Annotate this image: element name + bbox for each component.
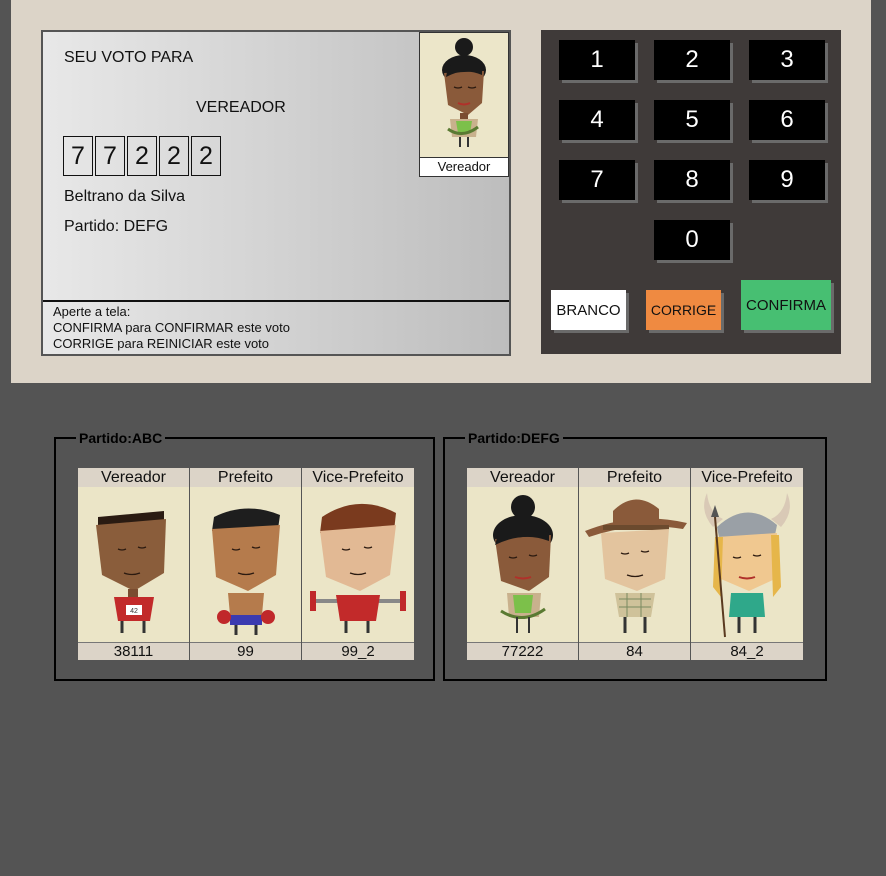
candidate-card[interactable]: Vereador 42 38111 <box>78 468 190 660</box>
confirma-button[interactable]: CONFIRMA <box>741 280 831 330</box>
candidate-name: Beltrano da Silva <box>64 188 185 205</box>
candidate-card[interactable]: Vereador 77222 <box>467 468 579 660</box>
woman-with-snake-avatar <box>493 495 553 633</box>
key-5[interactable]: 5 <box>654 100 730 140</box>
candidate-list: Vereador 42 38111 Prefeito 99 Vice-Prefe… <box>78 468 414 660</box>
screen-main-area: SEU VOTO PARA VEREADOR 7 7 2 2 2 Beltran… <box>43 32 509 300</box>
boxer-man-avatar <box>212 508 280 635</box>
digit-box: 2 <box>191 136 221 176</box>
candidate-role: Prefeito <box>579 468 690 487</box>
party-abc-group: Partido:ABC Vereador 42 38111 Prefeito 9… <box>54 430 435 681</box>
cowboy-man-avatar <box>585 499 687 633</box>
key-4[interactable]: 4 <box>559 100 635 140</box>
weightlifter-man-avatar <box>310 503 406 633</box>
key-0[interactable]: 0 <box>654 220 730 260</box>
candidate-role: Prefeito <box>190 468 301 487</box>
party-defg-group: Partido:DEFG Vereador 77222 Prefeito 84 … <box>443 430 827 681</box>
instruction-line: Aperte a tela: <box>53 304 131 319</box>
runner-man-avatar: 42 <box>96 511 166 633</box>
digit-box: 2 <box>127 136 157 176</box>
candidate-party: Partido: DEFG <box>64 218 169 235</box>
candidate-number: 84_2 <box>691 642 803 660</box>
candidate-card[interactable]: Prefeito 99 <box>190 468 302 660</box>
candidate-number: 38111 <box>78 642 189 660</box>
viking-woman-avatar <box>704 493 790 638</box>
key-3[interactable]: 3 <box>749 40 825 80</box>
key-2[interactable]: 2 <box>654 40 730 80</box>
party-legend: Partido:ABC <box>76 430 166 446</box>
candidate-card[interactable]: Prefeito 84 <box>579 468 691 660</box>
digit-box: 2 <box>159 136 189 176</box>
candidate-number: 99_2 <box>302 642 414 660</box>
candidate-number: 77222 <box>467 642 578 660</box>
candidate-role: Vice-Prefeito <box>302 468 414 487</box>
key-9[interactable]: 9 <box>749 160 825 200</box>
cargo-label: VEREADOR <box>196 99 286 116</box>
corrige-button[interactable]: CORRIGE <box>646 290 721 330</box>
photo-caption: Vereador <box>420 157 508 176</box>
vote-digits: 7 7 2 2 2 <box>63 136 223 176</box>
candidate-number: 84 <box>579 642 690 660</box>
keypad: 1 2 3 4 5 6 7 8 9 0 BRANCO CORRIGE CONFI… <box>541 30 841 354</box>
voting-machine: SEU VOTO PARA VEREADOR 7 7 2 2 2 Beltran… <box>11 0 871 383</box>
key-8[interactable]: 8 <box>654 160 730 200</box>
woman-with-snake-avatar <box>442 38 486 147</box>
party-legend: Partido:DEFG <box>465 430 563 446</box>
branco-button[interactable]: BRANCO <box>551 290 626 330</box>
screen-instructions: Aperte a tela: CONFIRMA para CONFIRMAR e… <box>43 300 509 354</box>
instruction-line: CONFIRMA para CONFIRMAR este voto <box>53 320 290 335</box>
candidate-role: Vice-Prefeito <box>691 468 803 487</box>
candidate-role: Vereador <box>467 468 578 487</box>
key-7[interactable]: 7 <box>559 160 635 200</box>
digit-box: 7 <box>63 136 93 176</box>
voting-screen: SEU VOTO PARA VEREADOR 7 7 2 2 2 Beltran… <box>41 30 511 356</box>
digit-box: 7 <box>95 136 125 176</box>
candidate-photo: Vereador <box>419 32 509 177</box>
seu-voto-label: SEU VOTO PARA <box>64 49 194 66</box>
candidate-card[interactable]: Vice-Prefeito 99_2 <box>302 468 414 660</box>
instruction-line: CORRIGE para REINICIAR este voto <box>53 336 270 351</box>
candidate-card[interactable]: Vice-Prefeito 84_2 <box>691 468 803 660</box>
candidate-role: Vereador <box>78 468 189 487</box>
candidate-number: 99 <box>190 642 301 660</box>
candidate-list: Vereador 77222 Prefeito 84 Vice-Prefeito… <box>467 468 803 660</box>
svg-text:42: 42 <box>130 608 138 615</box>
key-6[interactable]: 6 <box>749 100 825 140</box>
key-1[interactable]: 1 <box>559 40 635 80</box>
